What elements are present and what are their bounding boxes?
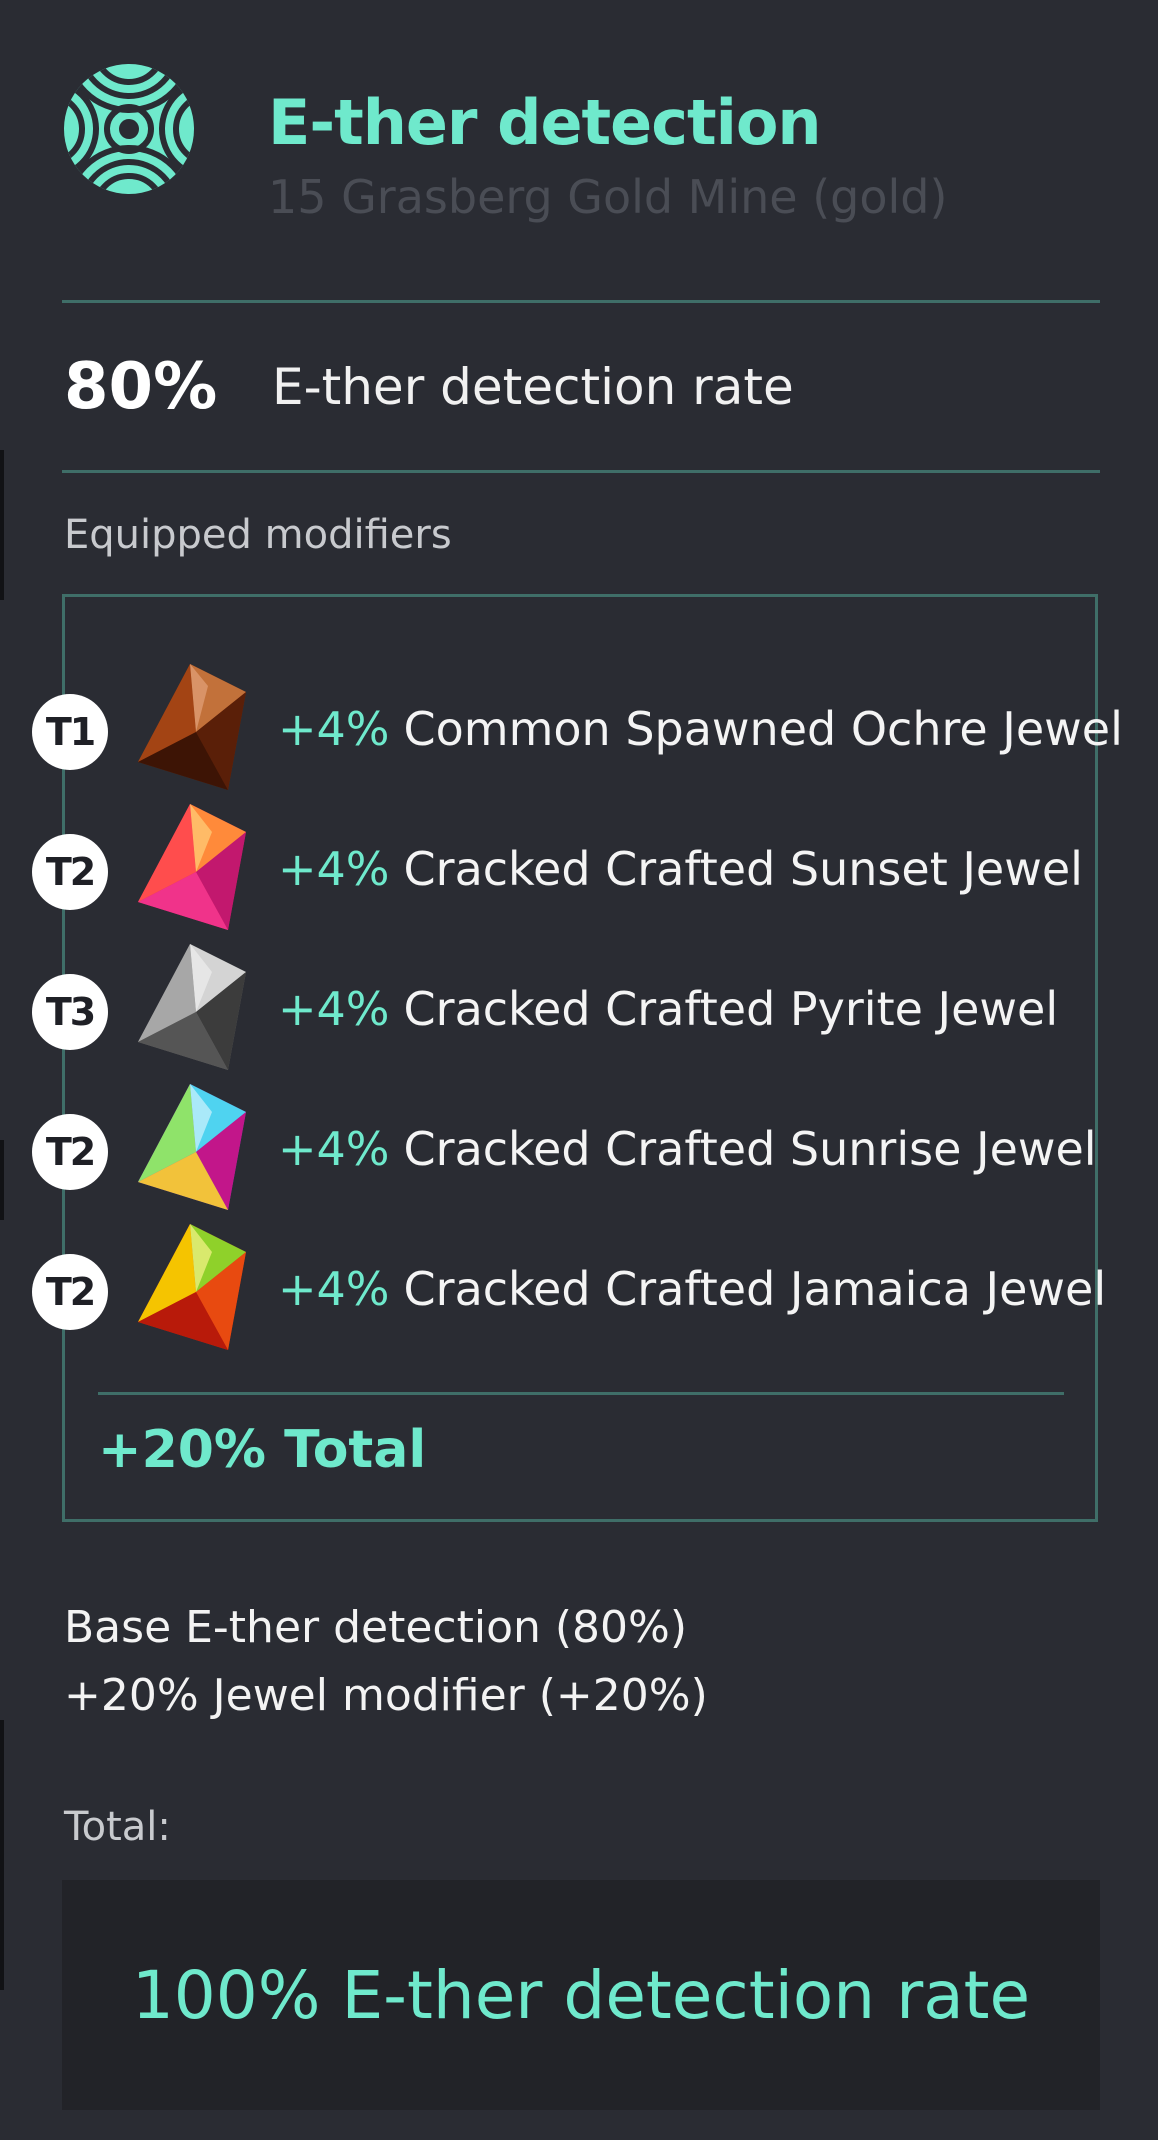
- modifiers-total: +20% Total: [98, 1420, 427, 1480]
- divider: [62, 470, 1100, 473]
- base-rate-value: 80%: [64, 350, 218, 424]
- modifiers-total-divider: [98, 1392, 1064, 1395]
- base-rate-label: E-ther detection rate: [272, 358, 794, 416]
- modifier-text: +4% Common Spawned Ochre Jewel: [278, 702, 1123, 756]
- modifier-percent: +4%: [278, 982, 390, 1036]
- modifier-percent: +4%: [278, 1122, 390, 1176]
- modifier-percent: +4%: [278, 1262, 390, 1316]
- equipped-modifiers-label: Equipped modifiers: [64, 512, 452, 558]
- tier-badge: T2: [32, 1114, 108, 1190]
- tier-badge: T1: [32, 694, 108, 770]
- pyrite-jewel-icon: [138, 944, 246, 1070]
- ochre-jewel-icon: [138, 664, 246, 790]
- page-title: E-ther detection: [268, 86, 822, 159]
- modifier-row[interactable]: T2 +4% Cracked Crafted Sunset Jewel: [0, 802, 1100, 932]
- modifier-text: +4% Cracked Crafted Pyrite Jewel: [278, 982, 1058, 1036]
- tier-badge: T3: [32, 974, 108, 1050]
- tier-badge: T2: [32, 1254, 108, 1330]
- modifier-name: Cracked Crafted Jamaica Jewel: [403, 1262, 1107, 1316]
- mine-subtitle: 15 Grasberg Gold Mine (gold): [268, 170, 948, 224]
- modifier-name: Common Spawned Ochre Jewel: [403, 702, 1123, 756]
- modifier-row[interactable]: T2 +4% Cracked Crafted Sunrise Jewel: [0, 1082, 1100, 1212]
- panel-header: E-ther detection 15 Grasberg Gold Mine (…: [62, 58, 1102, 238]
- divider: [62, 300, 1100, 303]
- edge-mark: [0, 450, 4, 600]
- result-box: 100% E-ther detection rate: [62, 1880, 1100, 2110]
- jamaica-jewel-icon: [138, 1224, 246, 1350]
- modifier-percent: +4%: [278, 842, 390, 896]
- base-detection-line: Base E-ther detection (80%): [64, 1602, 688, 1653]
- modifier-text: +4% Cracked Crafted Jamaica Jewel: [278, 1262, 1106, 1316]
- total-label: Total:: [64, 1804, 171, 1850]
- tier-badge: T2: [32, 834, 108, 910]
- modifier-percent: +4%: [278, 702, 390, 756]
- radar-detection-icon: [64, 64, 194, 194]
- modifier-name: Cracked Crafted Sunset Jewel: [403, 842, 1083, 896]
- modifier-row[interactable]: T1 +4% Common Spawned Ochre Jewel: [0, 662, 1123, 792]
- sunrise-jewel-icon: [138, 1084, 246, 1210]
- modifier-row[interactable]: T2 +4% Cracked Crafted Jamaica Jewel: [0, 1222, 1106, 1352]
- modifier-text: +4% Cracked Crafted Sunset Jewel: [278, 842, 1083, 896]
- modifier-text: +4% Cracked Crafted Sunrise Jewel: [278, 1122, 1097, 1176]
- final-detection-rate: 100% E-ther detection rate: [131, 1956, 1031, 2034]
- detection-panel: E-ther detection 15 Grasberg Gold Mine (…: [0, 0, 1158, 2140]
- edge-mark: [0, 1720, 4, 1990]
- modifier-name: Cracked Crafted Sunrise Jewel: [403, 1122, 1097, 1176]
- jewel-modifier-line: +20% Jewel modifier (+20%): [64, 1670, 708, 1721]
- modifier-row[interactable]: T3 +4% Cracked Crafted Pyrite Jewel: [0, 942, 1100, 1072]
- sunset-jewel-icon: [138, 804, 246, 930]
- modifier-name: Cracked Crafted Pyrite Jewel: [403, 982, 1059, 1036]
